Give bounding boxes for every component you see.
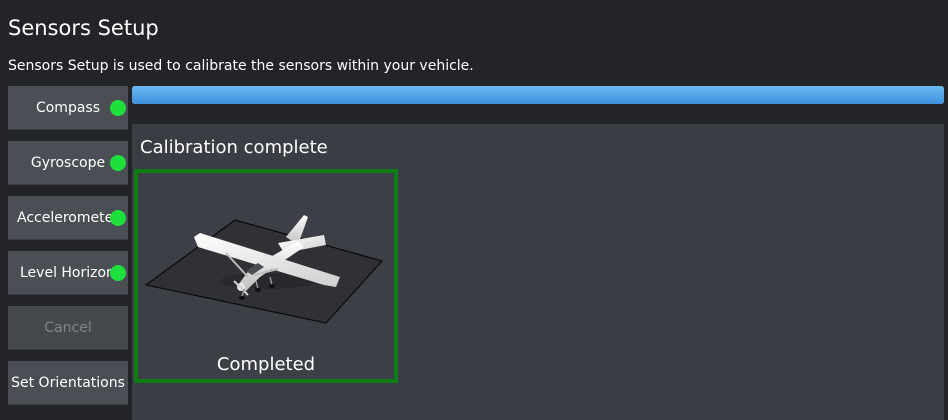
page-title: Sensors Setup	[8, 16, 159, 40]
calibration-title: Calibration complete	[140, 137, 328, 158]
calibration-image-frame: Completed	[134, 169, 398, 383]
gyroscope-button[interactable]: Gyroscope	[8, 141, 128, 185]
calibration-panel: Calibration complete Completed	[132, 124, 944, 420]
cancel-button[interactable]: Cancel	[8, 306, 128, 350]
set-orientations-button[interactable]: Set Orientations	[8, 361, 128, 405]
level-horizon-status-indicator	[110, 265, 126, 281]
set-orientations-label: Set Orientations	[11, 375, 125, 391]
airplane-level-icon	[144, 215, 384, 324]
cancel-label: Cancel	[44, 320, 92, 336]
compass-button[interactable]: Compass	[8, 86, 128, 130]
progress-fill	[132, 86, 944, 104]
compass-status-indicator	[110, 100, 126, 116]
page-subtitle: Sensors Setup is used to calibrate the s…	[8, 58, 474, 74]
level-horizon-button[interactable]: Level Horizon	[8, 251, 128, 295]
calibration-status-text: Completed	[216, 354, 316, 375]
accelerometer-status-indicator	[110, 210, 126, 226]
calibration-progress-bar	[132, 86, 944, 104]
gyroscope-status-indicator	[110, 155, 126, 171]
accelerometer-button[interactable]: Accelerometer	[8, 196, 128, 240]
